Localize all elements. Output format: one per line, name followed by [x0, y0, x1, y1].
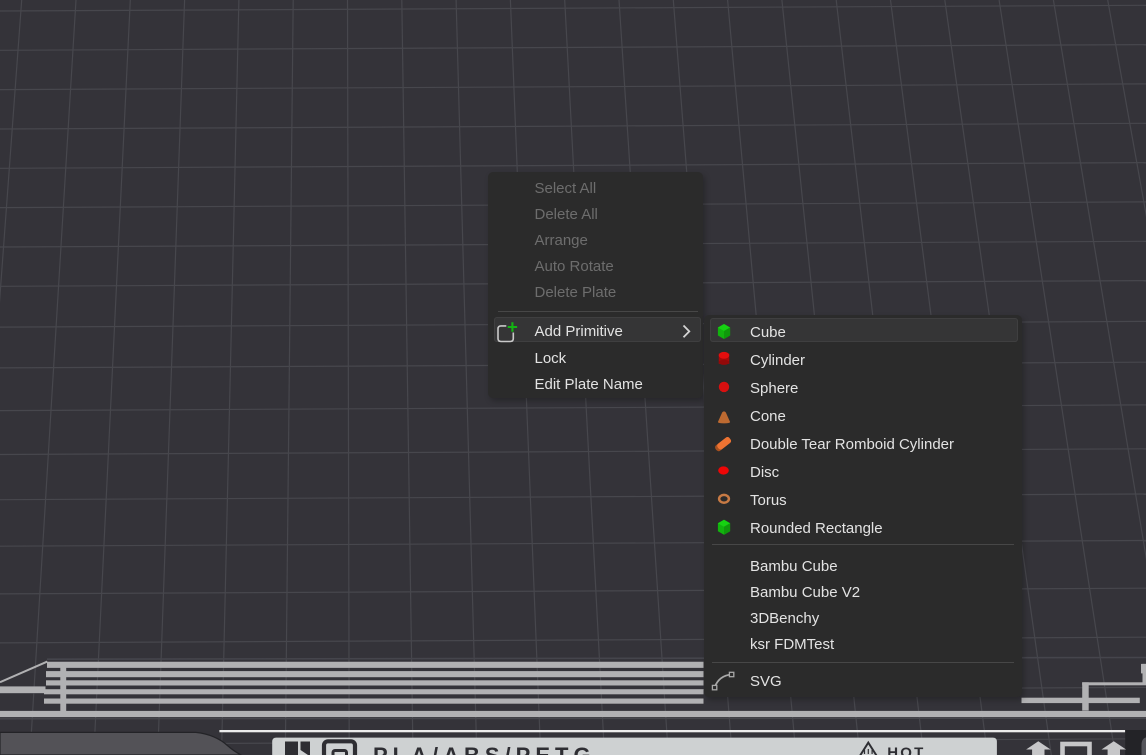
svg-text:PLA/ABS/PETG: PLA/ABS/PETG — [373, 743, 596, 755]
svg-text:HOT: HOT — [887, 744, 925, 755]
